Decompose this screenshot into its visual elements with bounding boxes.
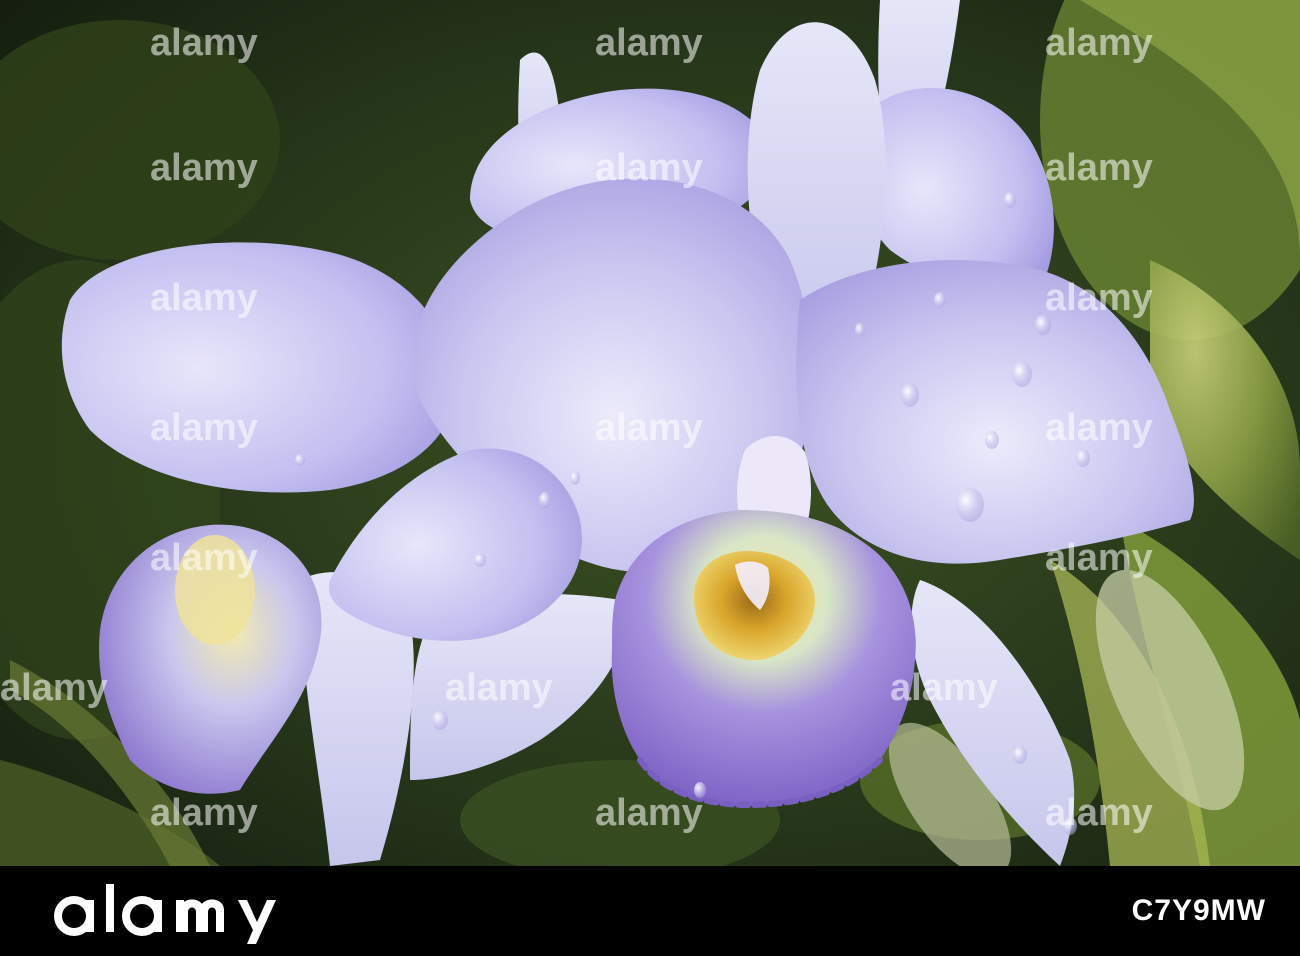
orchid-illustration: alamy alamy alamy alamy alamy alamy alam… xyxy=(0,0,1300,866)
watermark-text: alamy xyxy=(595,407,703,449)
watermark-text: alamy xyxy=(1045,537,1153,579)
watermark-text: alamy xyxy=(595,22,703,64)
watermark-text: alamy xyxy=(150,22,258,64)
alamy-logo xyxy=(54,884,276,944)
watermark-text: alamy xyxy=(1045,792,1153,834)
watermark-text: alamy xyxy=(150,147,258,189)
watermark-text: alamy xyxy=(1045,22,1153,64)
watermark-text: alamy xyxy=(150,407,258,449)
watermark-text: alamy xyxy=(595,147,703,189)
stock-footer-bar: C7Y9MW xyxy=(0,866,1300,956)
watermark-text: alamy xyxy=(1045,277,1153,319)
watermark-text: alamy xyxy=(890,667,998,709)
watermark-text: alamy xyxy=(0,667,108,709)
watermark-text: alamy xyxy=(150,277,258,319)
watermark-text: alamy xyxy=(445,667,553,709)
watermark-text: alamy xyxy=(150,792,258,834)
watermark-text: alamy xyxy=(150,537,258,579)
image-id: C7Y9MW xyxy=(1131,894,1266,927)
watermark-text: alamy xyxy=(1045,147,1153,189)
watermark-text: alamy xyxy=(1045,407,1153,449)
watermark-text: alamy xyxy=(595,792,703,834)
orchid-photo: alamy alamy alamy alamy alamy alamy alam… xyxy=(0,0,1300,866)
